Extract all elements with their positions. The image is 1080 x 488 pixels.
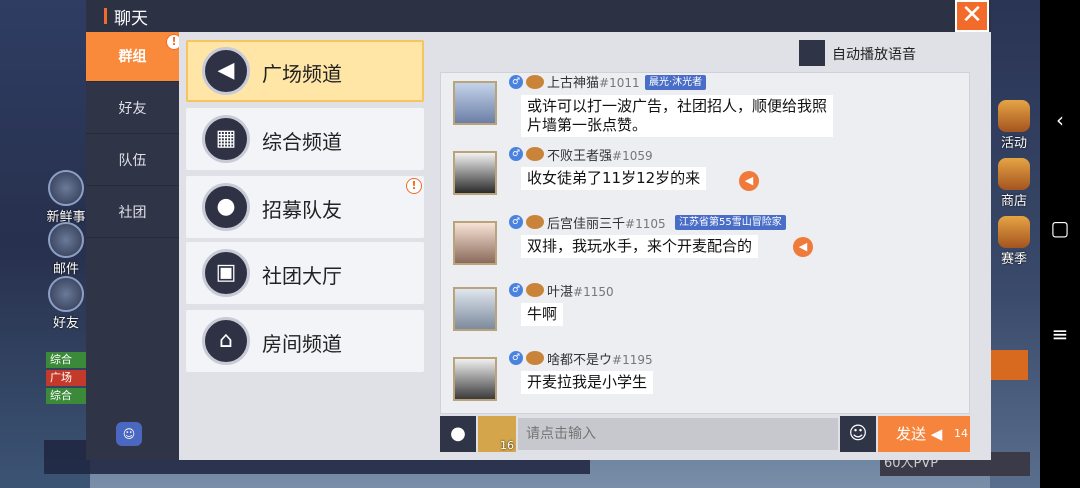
mail-icon xyxy=(48,222,84,258)
trophy-icon xyxy=(998,216,1030,248)
channel-room[interactable]: ⌂ 房间频道 xyxy=(186,310,424,372)
close-button[interactable]: ✕ xyxy=(955,0,989,32)
send-button[interactable]: 发送 ◀ 14 xyxy=(878,416,970,452)
male-icon: ♂ xyxy=(509,147,523,161)
window-title: 聊天 xyxy=(114,9,148,29)
menu-icon[interactable]: ≡ xyxy=(1040,322,1080,346)
mini-chat-tag: 广场 xyxy=(46,370,86,386)
microphone-icon: ● xyxy=(450,423,466,444)
tab-team[interactable]: 队伍 xyxy=(86,136,179,186)
back-icon[interactable]: ‹ xyxy=(1040,108,1080,132)
male-icon: ♂ xyxy=(509,283,523,297)
tab-club[interactable]: 社团 xyxy=(86,188,179,238)
male-icon: ♂ xyxy=(509,75,523,89)
message-bubble: 牛啊 xyxy=(521,303,564,326)
chat-bubble-icon[interactable]: ☺ xyxy=(116,422,142,446)
chat-tab-sidebar: 群组 好友 队伍 社团 xyxy=(86,32,179,460)
channel-label: 招募队友 xyxy=(262,198,342,222)
channel-recruit[interactable]: ● 招募队友 ! xyxy=(186,176,424,238)
chat-input-bar: ● 16 ☺ 发送 ◀ 14 xyxy=(440,416,970,452)
tab-friends[interactable]: 好友 xyxy=(86,84,179,134)
sender-name[interactable]: 啥都不是ウ#1195 xyxy=(547,349,653,368)
level-icon xyxy=(526,75,544,89)
news-icon xyxy=(48,170,84,206)
android-nav-bar: ‹ ▢ ≡ xyxy=(1040,0,1080,488)
mini-chat-preview[interactable]: 综合 广场 综合 xyxy=(46,352,90,406)
channel-general[interactable]: ▦ 综合频道 xyxy=(186,108,424,170)
sender-name[interactable]: 叶湛#1150 xyxy=(547,281,614,300)
title-badge: 晨光·沐光者 xyxy=(645,75,707,90)
message-bubble: 开麦拉我是小学生 xyxy=(521,371,654,394)
people-icon: ● xyxy=(202,183,250,231)
grid-icon: ▦ xyxy=(202,115,250,163)
chat-input[interactable] xyxy=(518,418,838,450)
friends-shortcut-button[interactable]: 好友 xyxy=(44,276,88,331)
emoji-button[interactable]: ☺ xyxy=(840,416,876,452)
channel-club-hall[interactable]: ▣ 社团大厅 xyxy=(186,242,424,304)
avatar[interactable] xyxy=(453,221,497,265)
message-list[interactable]: ♂ 上古神猫#1011 晨光·沐光者 或许可以打一波广告，社团招人，顺便给我照 … xyxy=(440,72,970,414)
male-icon: ♂ xyxy=(509,351,523,365)
gift-icon xyxy=(998,100,1030,132)
send-count: 14 xyxy=(954,427,968,440)
tab-groups[interactable]: 群组 xyxy=(86,32,179,82)
level-icon xyxy=(526,215,544,229)
home-icon: ⌂ xyxy=(202,317,250,365)
channel-label: 综合频道 xyxy=(262,130,342,154)
mini-chat-tag: 综合 xyxy=(46,352,86,368)
friends-icon xyxy=(48,276,84,312)
avatar[interactable] xyxy=(453,81,497,125)
channel-plaza[interactable]: ◀ 广场频道 xyxy=(186,40,424,102)
close-icon: ✕ xyxy=(961,0,983,30)
voice-button[interactable]: ● xyxy=(440,416,476,452)
male-icon: ♂ xyxy=(509,215,523,229)
level-icon xyxy=(526,147,544,161)
activity-button[interactable]: 活动 xyxy=(994,100,1034,151)
season-button[interactable]: 赛季 xyxy=(994,216,1034,267)
autoplay-voice-checkbox[interactable] xyxy=(799,40,825,66)
level-icon xyxy=(526,283,544,297)
horn-count: 16 xyxy=(500,439,514,452)
message-bubble: 或许可以打一波广告，社团招人，顺便给我照 片墙第一张点赞。 xyxy=(521,95,834,137)
horn-icon[interactable]: ◀ xyxy=(739,171,759,191)
shop-icon xyxy=(998,158,1030,190)
banner-icon: ▣ xyxy=(202,249,250,297)
avatar[interactable] xyxy=(453,151,497,195)
channel-label: 广场频道 xyxy=(262,62,342,86)
smiley-icon: ☺ xyxy=(848,423,868,444)
title-badge: 江苏省第55雪山冒险家 xyxy=(675,215,786,230)
shop-button[interactable]: 商店 xyxy=(994,158,1034,209)
chat-titlebar xyxy=(86,0,991,32)
speaker-icon: ◀ xyxy=(930,425,943,443)
speaker-icon: ◀ xyxy=(202,47,250,95)
horn-icon[interactable]: ◀ xyxy=(793,237,813,257)
news-feed-button[interactable]: 新鲜事 xyxy=(44,170,88,225)
sender-name[interactable]: 后宫佳丽三千#1105 xyxy=(547,213,666,232)
level-icon xyxy=(526,351,544,365)
autoplay-voice-label: 自动播放语音 xyxy=(832,47,916,63)
mini-chat-tag: 综合 xyxy=(46,388,86,404)
channel-label: 房间频道 xyxy=(262,332,342,356)
horn-item-button[interactable]: 16 xyxy=(478,416,516,452)
alert-icon: ! xyxy=(406,178,422,194)
channel-label: 社团大厅 xyxy=(262,264,342,288)
mail-button[interactable]: 邮件 xyxy=(44,222,88,277)
sender-name[interactable]: 上古神猫#1011 xyxy=(547,73,640,91)
home-square-icon[interactable]: ▢ xyxy=(1040,216,1080,240)
message-bubble: 收女徒弟了11岁12岁的来 xyxy=(521,167,707,190)
game-orange-tab[interactable] xyxy=(990,350,1028,380)
title-accent-bar xyxy=(104,8,107,24)
message-bubble: 双排，我玩水手，来个开麦配合的 xyxy=(521,235,759,258)
avatar[interactable] xyxy=(453,287,497,331)
sender-name[interactable]: 不败王者强#1059 xyxy=(547,145,653,164)
avatar[interactable] xyxy=(453,357,497,401)
